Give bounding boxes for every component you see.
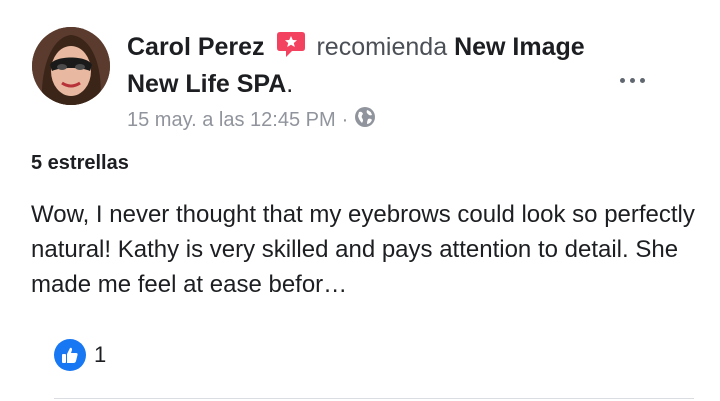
action-text: recomienda: [316, 33, 448, 61]
header-punctuation: .: [286, 70, 294, 98]
timestamp[interactable]: 15 may. a las 12:45 PM: [127, 109, 336, 132]
reactions-summary[interactable]: 1: [54, 339, 106, 371]
more-dot-icon: [630, 78, 635, 83]
more-dot-icon: [620, 78, 625, 83]
author-name[interactable]: Carol Perez: [127, 33, 265, 61]
globe-icon[interactable]: [354, 106, 376, 134]
like-icon: [54, 339, 86, 371]
post-meta: 15 may. a las 12:45 PM ·: [127, 106, 376, 134]
meta-separator: ·: [341, 108, 349, 131]
post-text[interactable]: Wow, I never thought that my eyebrows co…: [31, 197, 696, 302]
recommend-icon: [276, 30, 306, 67]
rating-label: 5 estrellas: [31, 152, 129, 174]
more-options-button[interactable]: [620, 78, 645, 83]
more-dot-icon: [640, 78, 645, 83]
reaction-count: 1: [94, 342, 107, 367]
avatar[interactable]: [32, 27, 110, 105]
post-header: Carol Perez recomienda New Image New Lif…: [127, 30, 597, 101]
divider: [54, 398, 694, 399]
